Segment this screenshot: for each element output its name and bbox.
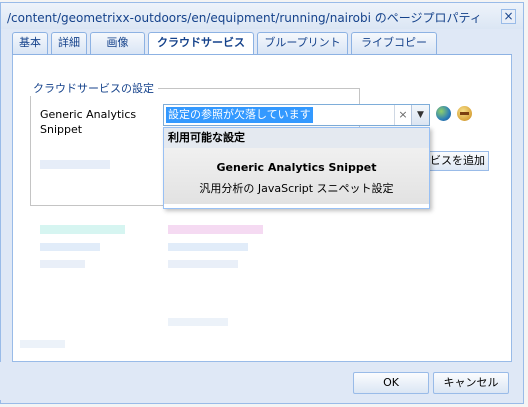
- close-button[interactable]: ×: [501, 9, 516, 24]
- ok-button[interactable]: OK: [353, 372, 429, 394]
- config-dropdown-list: 利用可能な設定 Generic Analytics Snippet 汎用分析の …: [163, 127, 430, 209]
- chevron-down-icon[interactable]: ▼: [411, 105, 429, 125]
- field-label-generic-analytics: Generic Analytics Snippet: [40, 108, 137, 136]
- tab-blueprint[interactable]: ブループリント: [257, 32, 348, 54]
- config-combobox[interactable]: 設定の参照が欠落しています × ▼: [163, 104, 430, 126]
- dropdown-item-description: 汎用分析の JavaScript スニペット設定: [199, 182, 394, 195]
- ghost-artifact: [40, 260, 85, 268]
- clear-icon[interactable]: ×: [394, 105, 411, 125]
- dropdown-header: 利用可能な設定: [164, 128, 429, 149]
- ghost-artifact: [168, 318, 228, 326]
- fieldset-legend: クラウドサービスの設定: [29, 80, 158, 96]
- combo-selected-text[interactable]: 設定の参照が欠落しています: [166, 107, 313, 123]
- ghost-artifact: [40, 243, 100, 251]
- add-service-button[interactable]: ビスを追加: [428, 151, 489, 171]
- dialog-titlebar[interactable]: /content/geometrixx-outdoors/en/equipmen…: [1, 3, 523, 29]
- close-icon: ×: [503, 9, 514, 23]
- tab-cloud-services[interactable]: クラウドサービス: [148, 32, 254, 56]
- tab-basic[interactable]: 基本: [12, 32, 48, 54]
- dropdown-item-title: Generic Analytics Snippet: [216, 161, 377, 174]
- ghost-artifact: [40, 225, 125, 234]
- ghost-artifact: [20, 340, 65, 348]
- cancel-button[interactable]: キャンセル: [433, 372, 509, 394]
- ghost-artifact: [168, 260, 238, 268]
- tab-strip: 基本 詳細 画像 クラウドサービス ブループリント ライブコピー: [12, 32, 512, 56]
- ghost-artifact: [168, 243, 248, 251]
- dropdown-item-generic-analytics[interactable]: Generic Analytics Snippet 汎用分析の JavaScri…: [164, 148, 429, 204]
- tab-advanced[interactable]: 詳細: [51, 32, 87, 54]
- ghost-artifact: [168, 225, 263, 234]
- tab-live-copy[interactable]: ライブコピー: [351, 32, 437, 54]
- dialog-title: /content/geometrixx-outdoors/en/equipmen…: [7, 11, 482, 25]
- globe-icon[interactable]: [436, 106, 451, 121]
- tab-image[interactable]: 画像: [90, 32, 145, 54]
- remove-icon[interactable]: [457, 106, 472, 121]
